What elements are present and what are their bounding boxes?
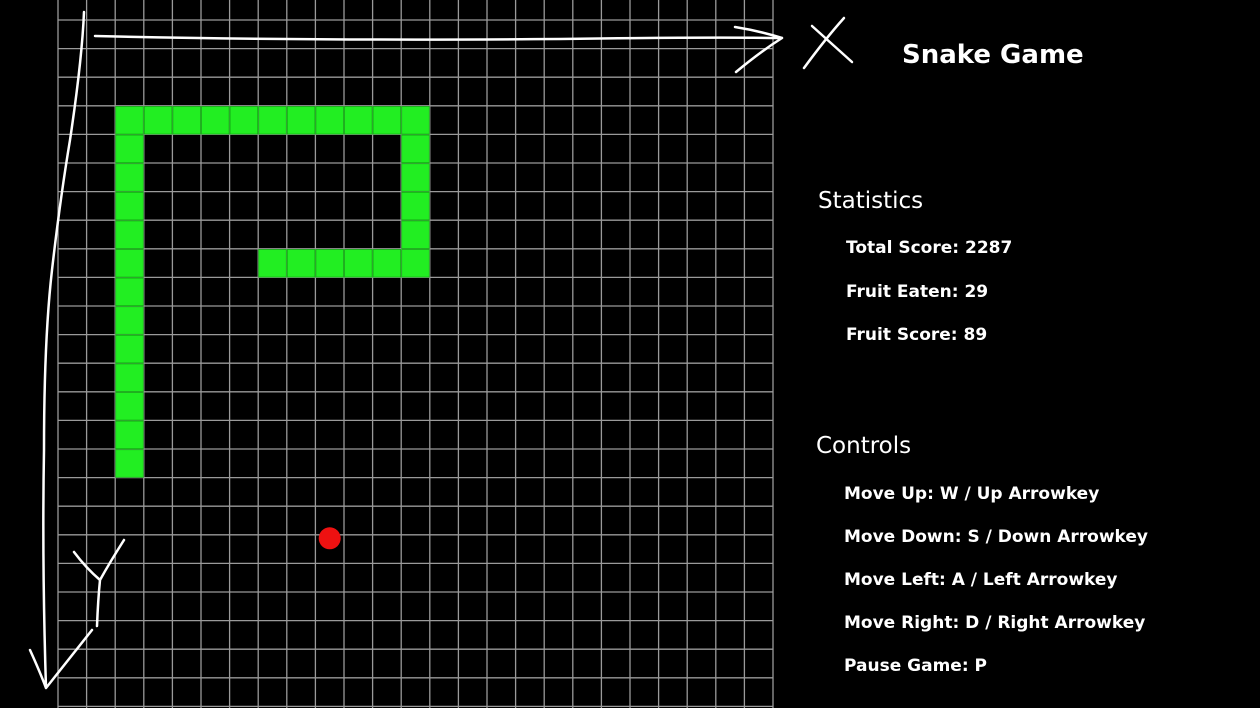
snake-segment <box>344 106 373 135</box>
snake-segment <box>401 249 430 278</box>
snake-segment <box>115 420 144 450</box>
snake-segment <box>115 334 144 364</box>
info-panel: Snake Game Statistics Total Score: 2287 … <box>800 0 1240 708</box>
fruit-score: Fruit Score: 89 <box>846 325 988 345</box>
snake-segment <box>286 249 316 278</box>
snake-segment <box>115 306 144 335</box>
snake-segment <box>115 392 144 421</box>
snake-segment <box>143 106 173 135</box>
snake-segment <box>258 106 287 135</box>
control-move-right: Move Right: D / Right Arrowkey <box>844 613 1146 633</box>
snake-segment <box>115 220 144 249</box>
snake-segment <box>315 106 344 135</box>
snake-segment <box>372 106 402 135</box>
control-move-up: Move Up: W / Up Arrowkey <box>844 484 1100 504</box>
control-pause: Pause Game: P <box>844 656 987 676</box>
snake-segment <box>201 106 230 135</box>
total-score: Total Score: 2287 <box>846 238 1013 258</box>
snake-segment <box>115 449 144 478</box>
snake-segment <box>372 249 402 278</box>
snake-segment <box>344 249 373 278</box>
snake-segment <box>229 106 259 135</box>
snake-segment <box>401 134 430 164</box>
fruit <box>318 527 341 550</box>
fruit-eaten: Fruit Eaten: 29 <box>846 282 989 302</box>
snake-segment <box>172 106 201 135</box>
snake-segment <box>115 363 144 392</box>
control-move-left: Move Left: A / Left Arrowkey <box>844 570 1118 590</box>
snake-segment <box>115 249 144 278</box>
game-title: Snake Game <box>902 40 1084 70</box>
statistics-heading: Statistics <box>818 188 924 214</box>
snake-segment <box>115 277 144 307</box>
snake-segment <box>401 106 430 135</box>
snake-segment <box>115 163 144 192</box>
snake-segment <box>258 249 287 278</box>
snake <box>115 106 430 478</box>
control-move-down: Move Down: S / Down Arrowkey <box>844 527 1149 547</box>
controls-heading: Controls <box>816 433 912 459</box>
snake-segment <box>401 191 430 221</box>
snake-segment <box>401 220 430 249</box>
snake-segment <box>115 191 144 221</box>
snake-segment <box>115 134 144 164</box>
snake-segment <box>286 106 316 135</box>
snake-segment <box>315 249 344 278</box>
snake-segment <box>401 163 430 192</box>
snake-segment <box>115 106 144 135</box>
game-board[interactable] <box>0 0 780 708</box>
